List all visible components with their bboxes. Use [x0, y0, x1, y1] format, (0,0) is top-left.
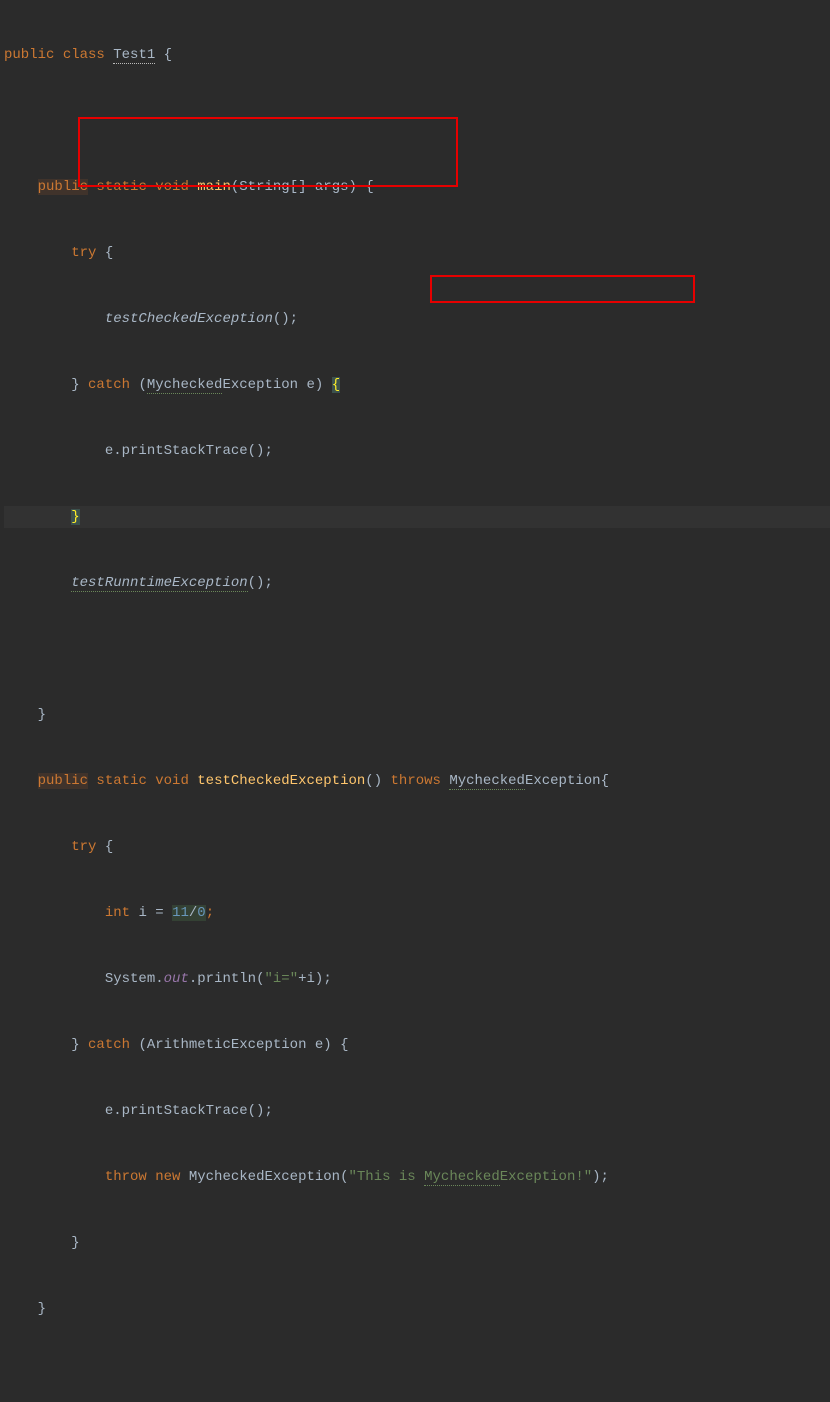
exception-type: ArithmeticException e): [147, 1037, 340, 1053]
caret-line-highlight: [4, 506, 830, 528]
exception-type: Mychecked: [147, 377, 223, 394]
code-line[interactable]: testRunntimeException();: [4, 572, 830, 594]
method-name: testCheckedException: [189, 773, 365, 789]
brace-match: {: [332, 377, 340, 393]
stmt: e.printStackTrace();: [105, 1103, 273, 1119]
keyword-try: try: [71, 839, 96, 855]
exception-type: Mychecked: [449, 773, 525, 790]
keyword-public: public: [38, 773, 88, 789]
type-string: String: [239, 179, 289, 195]
keyword-try: try: [71, 245, 96, 261]
method-call: testCheckedException: [105, 311, 273, 327]
number-literal: 0: [197, 905, 205, 921]
field-out: out: [164, 971, 189, 987]
code-line[interactable]: e.printStackTrace();: [4, 1100, 830, 1122]
code-line[interactable]: public class Test1 {: [4, 44, 830, 66]
code-line[interactable]: }: [4, 506, 830, 528]
brace: {: [365, 179, 373, 195]
keyword-class: class: [54, 47, 113, 63]
code-line[interactable]: public static void testCheckedException(…: [4, 770, 830, 792]
keyword-public: public: [4, 47, 54, 63]
code-line[interactable]: } catch (ArithmeticException e) {: [4, 1034, 830, 1056]
class-name: Test1: [113, 47, 155, 64]
keyword-throw-new: throw new: [105, 1169, 181, 1185]
code-line[interactable]: try {: [4, 836, 830, 858]
class-system: System: [105, 971, 155, 987]
keyword-void: void: [155, 179, 189, 195]
string-literal: "i=": [265, 971, 299, 987]
stmt: e.printStackTrace();: [105, 443, 273, 459]
number-literal: 11: [172, 905, 189, 921]
brace: {: [155, 47, 172, 63]
code-line[interactable]: throw new MycheckedException("This is My…: [4, 1166, 830, 1188]
code-line[interactable]: }: [4, 1232, 830, 1254]
code-line[interactable]: try {: [4, 242, 830, 264]
method-call: testRunntimeException: [71, 575, 247, 592]
code-line[interactable]: testCheckedException();: [4, 308, 830, 330]
keyword-catch: catch: [80, 377, 139, 393]
method-main: main: [189, 179, 231, 195]
code-line[interactable]: }: [4, 704, 830, 726]
blank-line[interactable]: [4, 110, 830, 132]
keyword-static: static: [88, 179, 155, 195]
code-line[interactable]: }: [4, 1298, 830, 1320]
keyword-catch: catch: [80, 1037, 139, 1053]
exception-class: MycheckedException(: [180, 1169, 348, 1185]
keyword-static: static: [88, 773, 155, 789]
keyword-throws: throws: [382, 773, 449, 789]
keyword-public: public: [38, 179, 88, 195]
code-line[interactable]: } catch (MycheckedException e) {: [4, 374, 830, 396]
code-line[interactable]: System.out.println("i="+i);: [4, 968, 830, 990]
brace-match: }: [71, 509, 79, 525]
keyword-int: int: [105, 905, 130, 921]
blank-line[interactable]: [4, 638, 830, 660]
code-line[interactable]: e.printStackTrace();: [4, 440, 830, 462]
blank-line[interactable]: [4, 1364, 830, 1386]
code-editor[interactable]: public class Test1 { public static void …: [0, 0, 830, 1402]
code-line[interactable]: int i = 11/0;: [4, 902, 830, 924]
keyword-void: void: [155, 773, 189, 789]
code-line[interactable]: public static void main(String[] args) {: [4, 176, 830, 198]
